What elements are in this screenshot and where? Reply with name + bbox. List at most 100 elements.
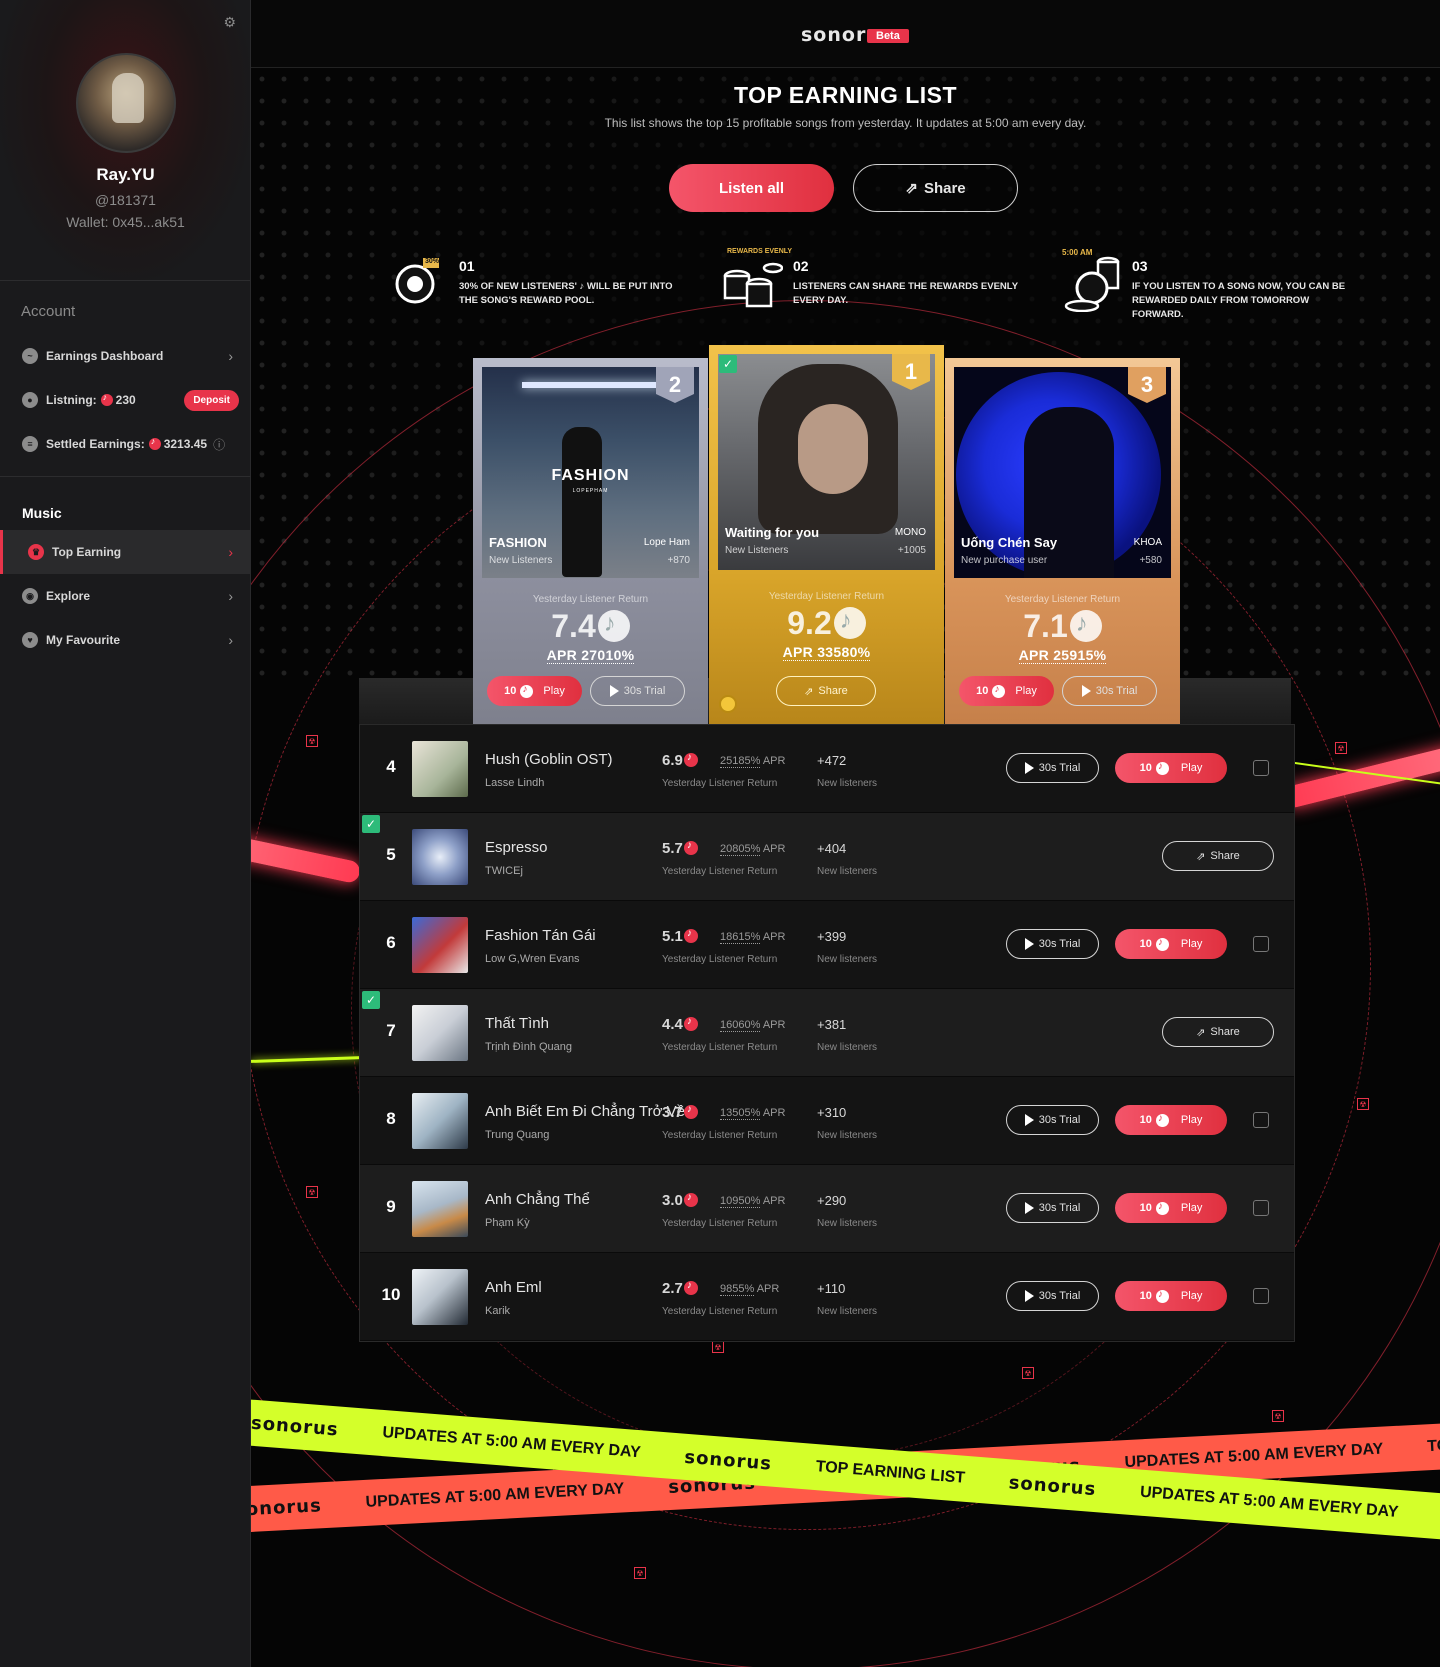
check-icon: ✓ [362,815,380,833]
trial-button[interactable]: 30s Trial [590,676,685,706]
trial-button[interactable]: 30s Trial [1006,753,1099,783]
play-button[interactable]: 10Play [1115,753,1227,783]
main-content: ☢ ☢ ☢ ☢ ☢ ☢ ☢ ☢ sonorus Beta TOP EARNING… [251,0,1440,1667]
play-button[interactable]: 10Play [487,676,582,706]
list-row[interactable]: ✓ 7 Thất Tình Trịnh Đình Quang 4.4 16060… [360,989,1294,1077]
share-button[interactable]: ⇗ Share [1162,841,1274,871]
album-thumbnail [412,829,468,885]
return-value: 7.1 [945,608,1180,645]
sidebar-item-top-earning[interactable]: ♛ Top Earning › [0,530,251,574]
new-listeners-label: New Listeners [725,545,789,556]
external-link-icon[interactable] [1253,1200,1269,1216]
podium-card-3[interactable]: 3 Uống Chén Say KHOA New purchase user +… [945,358,1180,724]
share-icon: ⇗ [1196,850,1206,863]
biohazard-icon: ☢ [634,1567,646,1579]
share-button[interactable]: ⇗ Share [853,164,1018,212]
podium-card-2[interactable]: FASHION LOPEPHAM 2 FASHION Lope Ham New … [473,358,708,724]
info-icon[interactable]: ⓘ [213,436,225,453]
play-icon [1024,938,1034,950]
share-button[interactable]: ⇗ Share [776,676,876,706]
music-note-icon [1155,761,1169,775]
biohazard-icon: ☢ [306,735,318,747]
new-listeners-label: New purchase user [961,555,1048,566]
biohazard-icon: ☢ [1335,742,1347,754]
return-value: 9.2 [709,605,944,642]
biohazard-icon: ☢ [306,1186,318,1198]
user-handle: @181371 [95,192,156,208]
play-button[interactable]: 10Play [1115,1193,1227,1223]
external-link-icon[interactable] [1253,760,1269,776]
song-title: Thất Tình [485,1015,549,1032]
play-button[interactable]: 10Play [1115,929,1227,959]
play-button[interactable]: 10Play [1115,1281,1227,1311]
chevron-right-icon: › [228,588,233,604]
step-text: LISTENERS CAN SHARE THE REWARDS EVENLY E… [793,281,1018,306]
heart-icon: ♥ [22,632,38,648]
deposit-button[interactable]: Deposit [184,389,239,411]
return-label: Yesterday Listener Return [662,1218,778,1229]
step-3: 5:00 AM 03 IF YOU LISTEN TO A SONG NOW, … [1062,248,1362,320]
sidebar-item-label: Earnings Dashboard [46,349,164,363]
user-name: Ray.YU [96,165,155,184]
list-row[interactable]: 9 Anh Chẳng Thể Phạm Kỳ 3.0 10950% APR Y… [360,1165,1294,1253]
trial-button[interactable]: 30s Trial [1006,1281,1099,1311]
share-button-label: Share [923,179,966,197]
song-title: Espresso [485,839,548,856]
external-link-icon[interactable] [1253,936,1269,952]
listen-all-button[interactable]: Listen all [669,164,834,212]
chevron-right-icon: › [228,348,233,364]
music-note-icon [1155,937,1169,951]
avatar[interactable] [76,53,176,153]
list-row[interactable]: 10 Anh Eml Karik 2.7 9855% APR Yesterday… [360,1253,1294,1341]
database-icon: ≡ [22,436,38,452]
return-value: 2.7 [662,1280,698,1297]
list-row[interactable]: 4 Hush (Goblin OST) Lasse Lindh 6.9 2518… [360,725,1294,813]
trial-button[interactable]: 30s Trial [1006,1105,1099,1135]
apr-value: 10950% APR [720,1195,786,1208]
rank-number: 6 [386,933,396,952]
song-title: Anh Eml [485,1279,542,1296]
sidebar-item-earnings-dashboard[interactable]: ~ Earnings Dashboard › [0,334,251,378]
new-listeners-label: New listeners [817,1130,878,1141]
song-artist: Trung Quang [485,1129,550,1141]
gear-icon[interactable]: ⚙ [223,14,236,31]
share-button[interactable]: ⇗ Share [1162,1017,1274,1047]
music-note-icon [683,1192,698,1207]
music-note-icon [1155,1289,1169,1303]
chevron-right-icon: › [228,544,233,560]
wallet-address: Wallet: 0x45...ak51 [66,214,185,230]
check-icon: ✓ [362,991,380,1009]
trial-button[interactable]: 30s Trial [1062,676,1157,706]
podium-card-1[interactable]: ✓ 1 Waiting for you MONO New Listeners +… [709,345,944,724]
new-listeners-value: +580 [1139,555,1162,566]
sidebar-item-my-favourite[interactable]: ♥ My Favourite › [0,618,251,662]
list-row[interactable]: 8 Anh Biết Em Đi Chẳng Trở Về Trung Quan… [360,1077,1294,1165]
sidebar-item-explore[interactable]: ◉ Explore › [0,574,251,618]
music-note-icon [1069,610,1102,642]
new-listeners-label: New listeners [817,866,878,877]
share-icon: ⇗ [1196,1026,1206,1039]
external-link-icon[interactable] [1253,1112,1269,1128]
biohazard-icon: ☢ [1272,1410,1284,1422]
music-note-icon [683,752,698,767]
step-number: 03 [1132,258,1148,274]
external-link-icon[interactable] [1253,1288,1269,1304]
album-thumbnail [412,1005,468,1061]
return-label: Yesterday Listener Return [662,866,778,877]
apr-value: 16060% APR [720,1019,786,1032]
play-button[interactable]: 10Play [1115,1105,1227,1135]
song-artist: TWICEj [485,865,523,877]
list-row[interactable]: 6 Fashion Tán Gái Low G,Wren Evans 5.1 1… [360,901,1294,989]
song-title: Anh Chẳng Thể [485,1191,590,1208]
coin-icon [719,695,737,713]
new-listeners-count: +290 [817,1193,847,1208]
new-listeners-label: New listeners [817,1042,878,1053]
play-button[interactable]: 10Play [959,676,1054,706]
step-number: 01 [459,258,475,274]
page-title: TOP EARNING LIST [733,82,958,108]
song-artist: KHOA [1133,537,1162,548]
music-note-icon [1155,1201,1169,1215]
list-row[interactable]: ✓ 5 Espresso TWICEj 5.7 20805% APR Yeste… [360,813,1294,901]
trial-button[interactable]: 30s Trial [1006,1193,1099,1223]
trial-button[interactable]: 30s Trial [1006,929,1099,959]
